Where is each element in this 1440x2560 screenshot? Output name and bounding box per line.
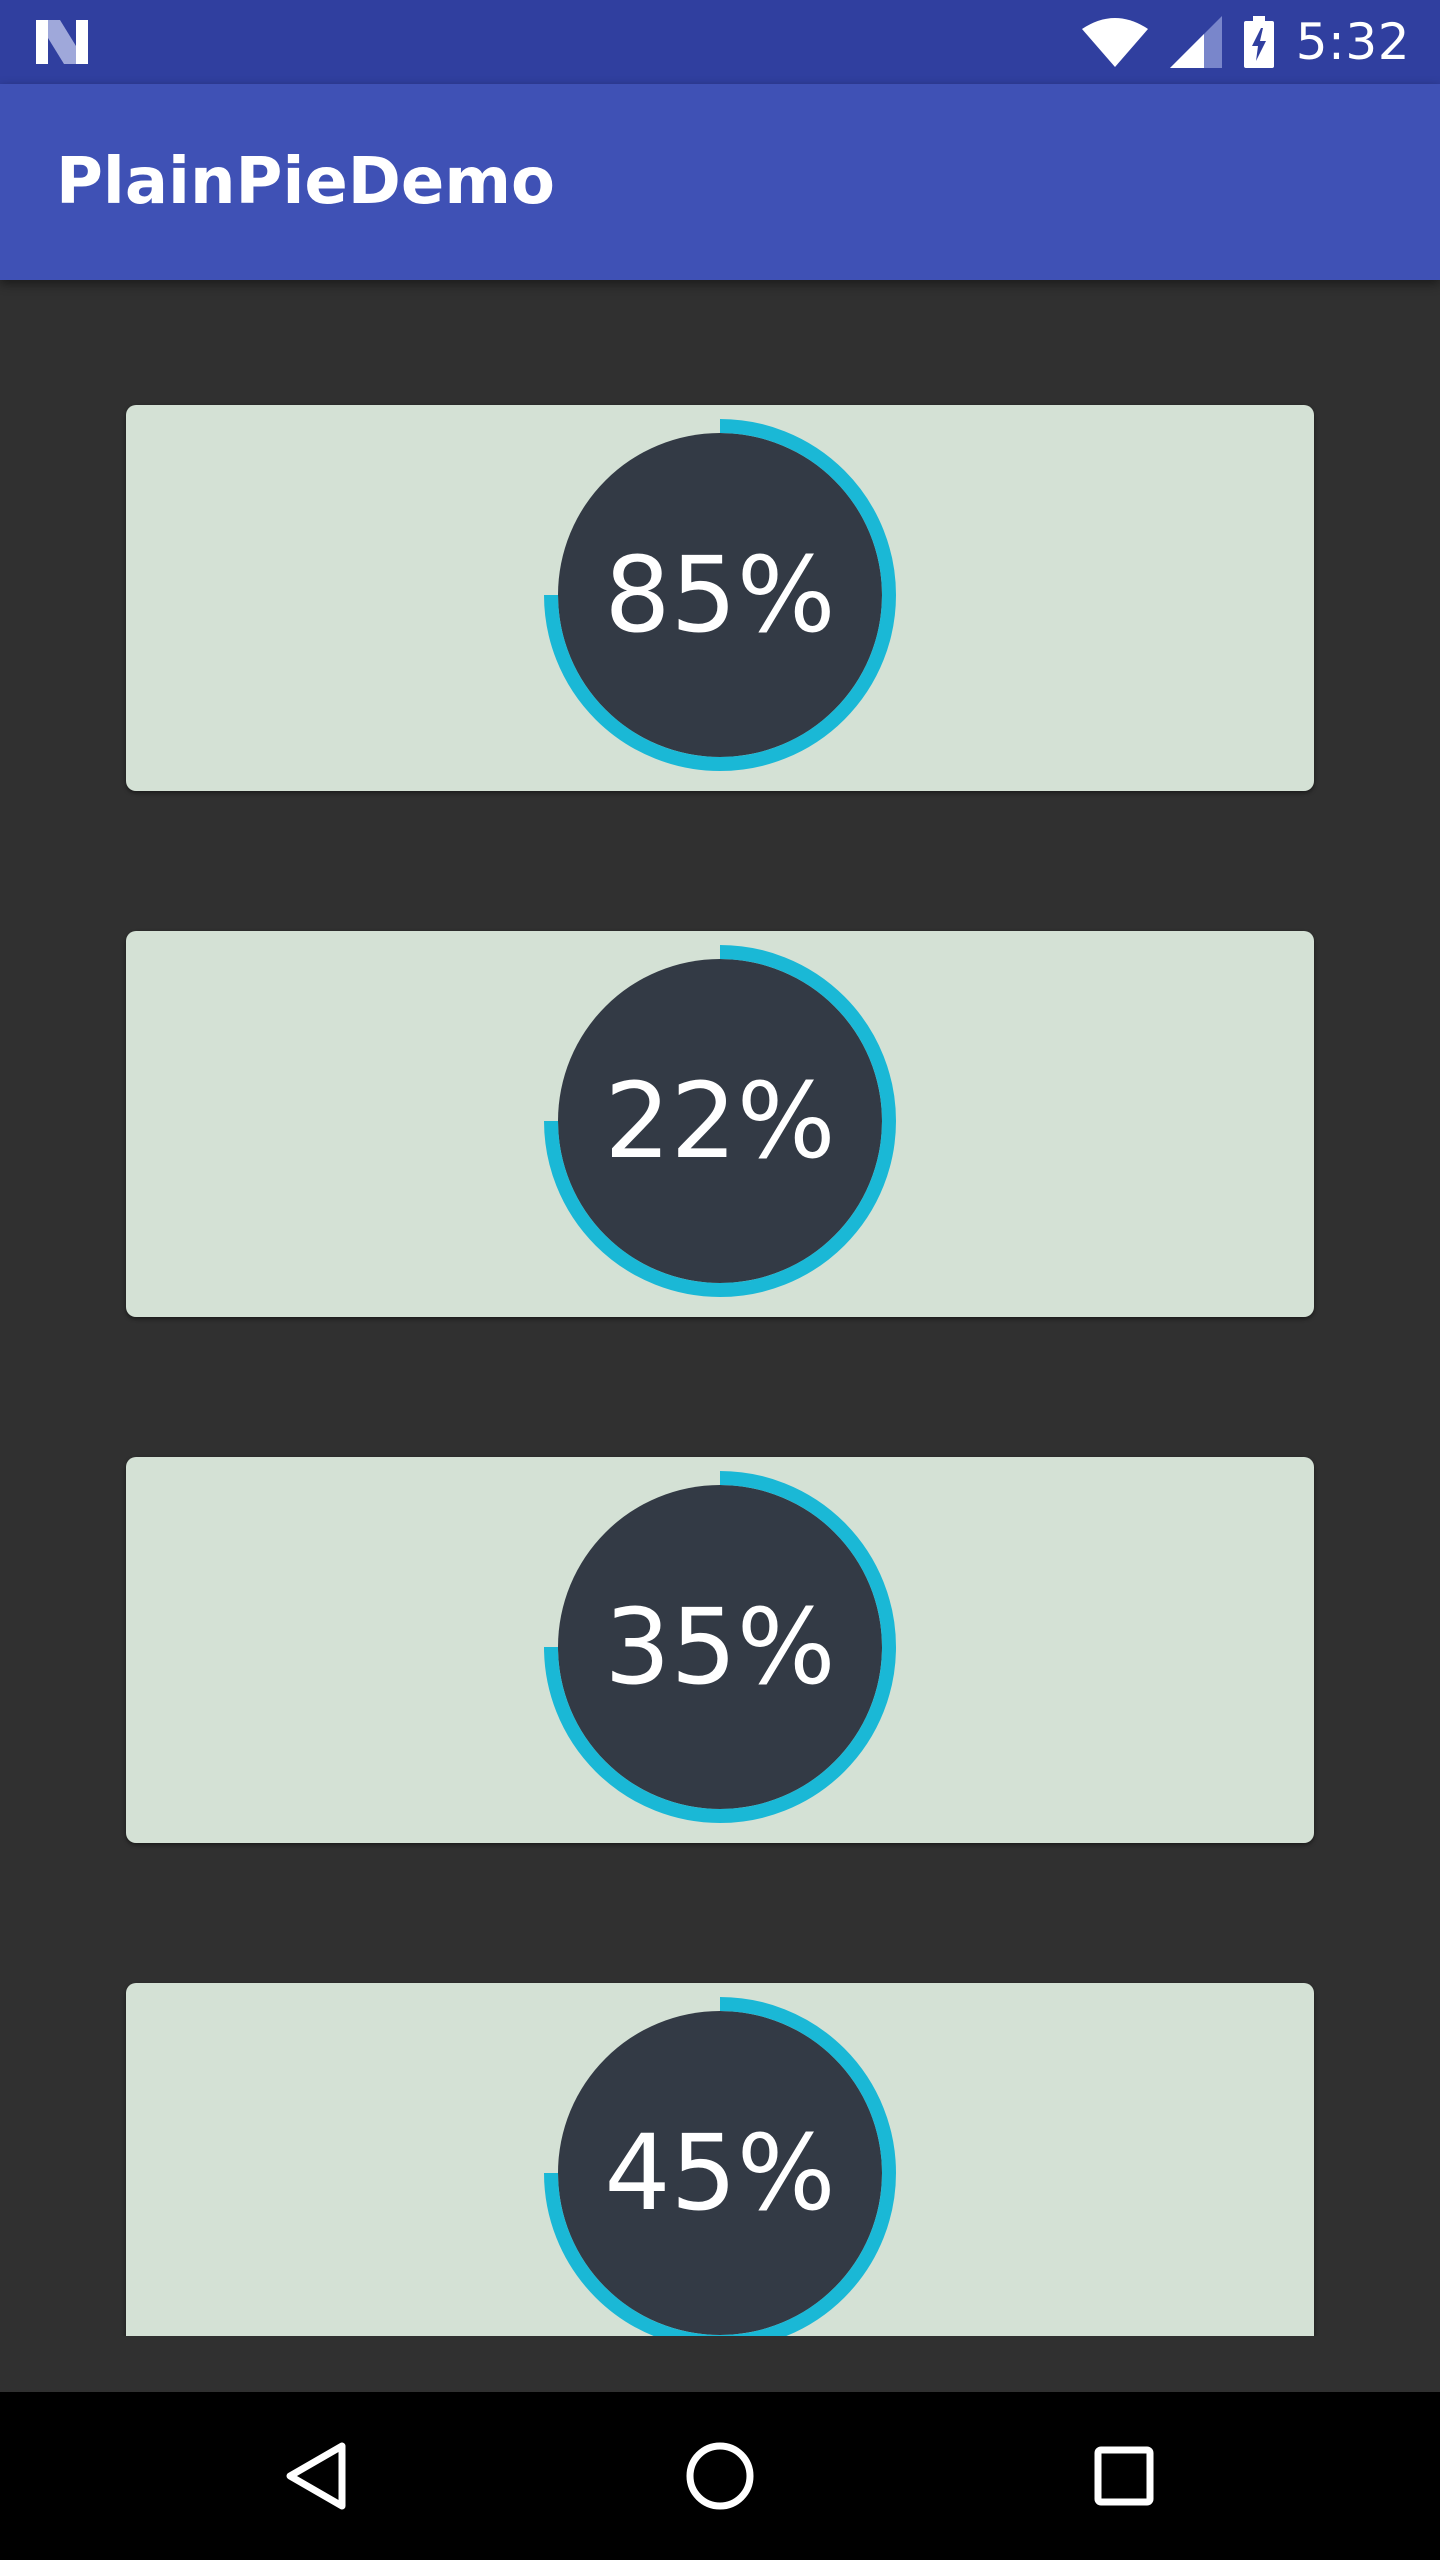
status-bar: 5:32 bbox=[0, 0, 1440, 84]
app-bar: PlainPieDemo bbox=[0, 84, 1440, 280]
pie-card: 85% bbox=[126, 405, 1314, 791]
pie-percent-label: 35% bbox=[604, 1586, 836, 1708]
back-button[interactable] bbox=[216, 2392, 416, 2560]
pie-percent-label: 22% bbox=[604, 1060, 836, 1182]
pie-card: 45% bbox=[126, 1983, 1314, 2336]
plain-pie: 85% bbox=[544, 419, 896, 771]
battery-charging-icon bbox=[1243, 16, 1274, 68]
android-n-icon bbox=[36, 20, 88, 64]
plain-pie: 45% bbox=[544, 1997, 896, 2336]
pie-card: 22% bbox=[126, 931, 1314, 1317]
navigation-bar bbox=[0, 2392, 1440, 2560]
recents-button[interactable] bbox=[1024, 2392, 1224, 2560]
pie-percent-label: 85% bbox=[604, 534, 836, 656]
signal-icon bbox=[1169, 16, 1222, 68]
plain-pie: 22% bbox=[544, 945, 896, 1297]
pie-card: 35% bbox=[126, 1457, 1314, 1843]
plain-pie: 35% bbox=[544, 1471, 896, 1823]
home-button[interactable] bbox=[620, 2392, 820, 2560]
status-clock: 5:32 bbox=[1295, 13, 1410, 71]
status-icons: 5:32 bbox=[1081, 0, 1410, 84]
home-icon bbox=[686, 2442, 754, 2510]
pie-percent-label: 45% bbox=[604, 2112, 836, 2234]
pie-list[interactable]: 85% 22% 35% 45% bbox=[0, 280, 1440, 2336]
wifi-icon bbox=[1081, 18, 1148, 67]
back-icon bbox=[286, 2442, 346, 2510]
app-title: PlainPieDemo bbox=[56, 145, 555, 219]
screen: 5:32 PlainPieDemo 85% 22% 35% 45% bbox=[0, 0, 1440, 2560]
recents-icon bbox=[1094, 2446, 1154, 2506]
